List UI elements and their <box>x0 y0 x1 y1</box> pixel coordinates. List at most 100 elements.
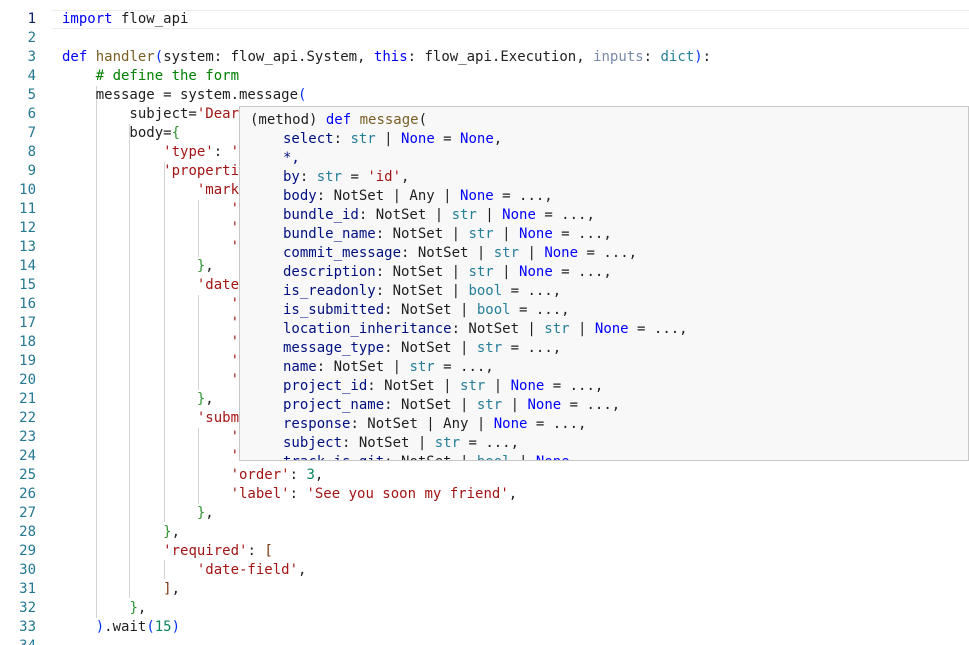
line-number: 14 <box>19 258 36 274</box>
line-number: 12 <box>19 220 36 236</box>
code-text: message = system.message( <box>62 87 307 103</box>
code-text: ' <box>230 353 240 369</box>
line-number: 24 <box>19 448 36 464</box>
code-line[interactable]: 27 }, <box>0 504 969 523</box>
param-name: track_is_git <box>283 454 384 460</box>
hover-param-line: bundle_id: NotSet | str | None = ..., <box>283 206 595 225</box>
param-signature: : NotSet | str | None = ..., <box>375 264 612 280</box>
code-text: }, <box>163 524 181 540</box>
param-name: project_name <box>283 397 385 413</box>
hover-param-line: response: NotSet | Any | None = ..., <box>283 415 586 434</box>
line-number: 9 <box>27 163 36 179</box>
param-name: response <box>283 416 351 432</box>
param-signature: : str | None = None, <box>333 131 503 147</box>
code-text: 'required': [ <box>163 543 273 559</box>
line-number: 27 <box>19 505 36 521</box>
line-number: 1 <box>27 11 36 27</box>
line-number: 26 <box>19 486 36 502</box>
code-line[interactable]: 25 'order': 3, <box>0 466 969 485</box>
line-number: 31 <box>19 581 36 597</box>
hover-param-line: message_type: NotSet | str = ..., <box>283 339 561 358</box>
hover-param-line: track_is_git: NotSet | bool | None <box>283 453 570 460</box>
param-name: commit_message <box>283 245 402 261</box>
param-name: is_submitted <box>283 302 385 318</box>
code-line[interactable]: 3 def handler(system: flow_api.System, th… <box>0 48 969 67</box>
code-text: 'date-field', <box>196 562 307 578</box>
line-number: 11 <box>19 201 36 217</box>
code-text: import flow_api <box>62 11 189 27</box>
hover-signature-popup[interactable]: (method) def message( select: str | None… <box>239 106 969 461</box>
hover-header: (method) def message( <box>250 112 428 128</box>
line-number: 3 <box>27 49 36 65</box>
code-line[interactable]: 4 # define the form <box>0 67 969 86</box>
param-name: subject <box>283 435 343 451</box>
line-number: 16 <box>19 296 36 312</box>
code-text: 'mark <box>196 182 240 198</box>
code-text: ], <box>163 581 181 597</box>
hover-param-line: project_name: NotSet | str | None = ..., <box>283 396 620 415</box>
code-text: subject='Dear <box>62 106 240 122</box>
code-line[interactable]: 32 }, <box>0 599 969 618</box>
hover-param-line: is_submitted: NotSet | bool = ..., <box>283 301 570 320</box>
param-name: message_type <box>283 340 385 356</box>
line-number: 30 <box>19 562 36 578</box>
code-text: 'properti <box>163 163 240 179</box>
code-line[interactable]: 33 ).wait(15) <box>0 618 969 637</box>
code-text: ' <box>230 429 240 445</box>
param-name: project_id <box>283 378 368 394</box>
param-signature: : NotSet | str | None = ..., <box>384 397 621 413</box>
code-line[interactable]: 26 'label': 'See you soon my friend', <box>0 485 969 504</box>
param-signature: : NotSet | Any | None = ..., <box>350 416 587 432</box>
hover-param-line: subject: NotSet | str = ..., <box>283 434 519 453</box>
code-text: 'label': 'See you soon my friend', <box>230 486 518 502</box>
line-number: 20 <box>19 372 36 388</box>
hover-param-line: select: str | None = None, <box>283 130 502 149</box>
code-text: ' <box>230 448 240 464</box>
line-number: 25 <box>19 467 36 483</box>
hover-param-line: by: str = 'id', <box>283 168 409 187</box>
param-signature: : NotSet | Any | None = ..., <box>316 188 553 204</box>
param-name: name <box>283 359 317 375</box>
param-name: bundle_name <box>283 226 376 242</box>
param-signature: : NotSet | bool = ..., <box>384 302 570 318</box>
param-signature: : NotSet | bool | None <box>384 454 569 460</box>
code-text: 'order': 3, <box>230 467 324 483</box>
code-line[interactable]: 1 import flow_api <box>0 10 969 29</box>
code-line[interactable]: 30 'date-field', <box>0 561 969 580</box>
code-text: def handler(system: flow_api.System, thi… <box>62 49 712 65</box>
param-name: is_readonly <box>283 283 376 299</box>
code-text: }, <box>196 391 214 407</box>
code-line[interactable]: 34 <box>0 637 969 645</box>
line-number: 22 <box>19 410 36 426</box>
code-text: 'type': ' <box>163 144 240 160</box>
param-signature: : NotSet | str = ..., <box>384 340 562 356</box>
line-number: 17 <box>19 315 36 331</box>
code-text: ' <box>230 296 240 312</box>
hover-param-line: project_id: NotSet | str | None = ..., <box>283 377 603 396</box>
code-text: ' <box>230 334 240 350</box>
line-number: 5 <box>27 87 36 103</box>
line-number: 34 <box>0 637 40 645</box>
param-signature: : NotSet | bool = ..., <box>375 283 562 299</box>
code-line[interactable]: 29 'required': [ <box>0 542 969 561</box>
param-name: description <box>283 264 376 280</box>
code-text: ' <box>230 239 240 255</box>
code-text: }, <box>196 505 214 521</box>
param-signature: : NotSet | str | None = ..., <box>451 321 688 337</box>
line-number: 6 <box>27 106 36 122</box>
line-number: 18 <box>19 334 36 350</box>
code-line[interactable]: 2 <box>0 29 969 48</box>
code-text: 'date <box>196 277 240 293</box>
code-line[interactable]: 28 }, <box>0 523 969 542</box>
hover-param-line: bundle_name: NotSet | str | None = ..., <box>283 225 612 244</box>
line-number: 33 <box>19 619 36 635</box>
hover-param-line: location_inheritance: NotSet | str | Non… <box>283 320 688 339</box>
code-line[interactable]: 5 message = system.message( <box>0 86 969 105</box>
code-text: ' <box>230 201 240 217</box>
param-name: bundle_id <box>283 207 359 223</box>
code-line[interactable]: 31 ], <box>0 580 969 599</box>
line-number: 7 <box>27 125 36 141</box>
hover-param-line: description: NotSet | str | None = ..., <box>283 263 612 282</box>
param-name: by <box>283 169 300 185</box>
line-number: 23 <box>19 429 36 445</box>
